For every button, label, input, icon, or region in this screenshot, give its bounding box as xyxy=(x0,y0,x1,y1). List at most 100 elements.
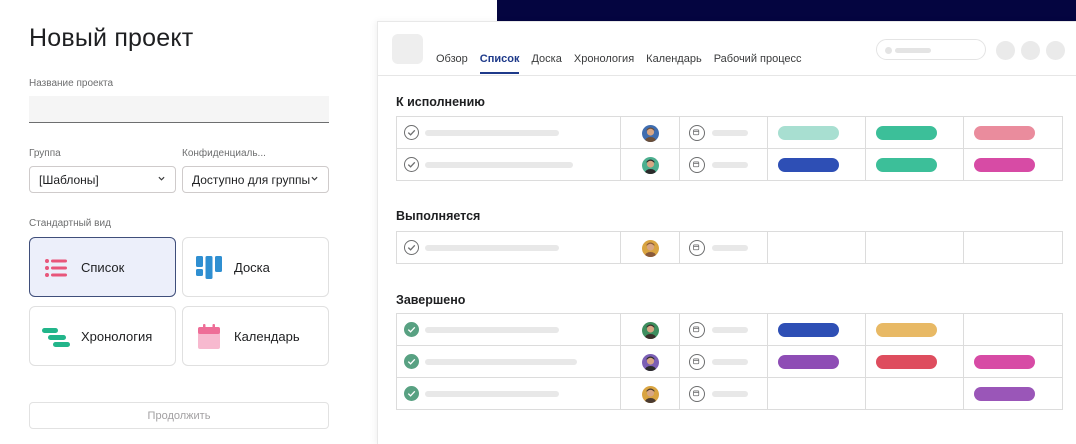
privacy-label: Конфиденциаль... xyxy=(182,148,266,159)
tag-cell[interactable] xyxy=(866,314,965,345)
check-circle-icon[interactable] xyxy=(404,157,419,172)
tag-cell[interactable] xyxy=(964,314,1063,345)
avatar xyxy=(641,322,659,339)
task-name-placeholder xyxy=(425,162,573,168)
tag-cell[interactable] xyxy=(866,232,965,263)
tag-cell[interactable] xyxy=(768,314,867,345)
assignee-cell[interactable] xyxy=(621,314,680,345)
task-name-cell[interactable] xyxy=(397,149,621,180)
avatar xyxy=(641,386,659,403)
group-select[interactable]: [Шаблоны] xyxy=(29,166,176,193)
tag-cell[interactable] xyxy=(768,232,867,263)
due-date-cell[interactable] xyxy=(680,378,769,409)
due-date-cell[interactable] xyxy=(680,346,769,377)
table-row[interactable] xyxy=(397,314,1063,346)
calendar-icon xyxy=(688,157,705,173)
task-name-cell[interactable] xyxy=(397,314,621,345)
table-row[interactable] xyxy=(397,149,1063,181)
tag-cell[interactable] xyxy=(964,117,1063,148)
section-title: Выполняется xyxy=(396,209,481,223)
due-date-placeholder xyxy=(711,162,748,168)
tag-cell[interactable] xyxy=(964,149,1063,180)
avatar xyxy=(641,354,659,371)
avatar xyxy=(641,125,659,142)
privacy-select[interactable]: Доступно для группы xyxy=(182,166,329,193)
check-circle-icon[interactable] xyxy=(404,125,419,140)
task-name-placeholder xyxy=(425,359,577,365)
search-icon xyxy=(885,47,892,54)
task-name-cell[interactable] xyxy=(397,117,621,148)
table-row[interactable] xyxy=(397,378,1063,410)
continue-button[interactable]: Продолжить xyxy=(29,402,329,429)
calendar-icon xyxy=(688,125,705,141)
tab-overview[interactable]: Обзор xyxy=(436,53,468,74)
due-date-cell[interactable] xyxy=(680,314,769,345)
group-label: Группа xyxy=(29,148,61,159)
tag-cell[interactable] xyxy=(866,346,965,377)
task-name-cell[interactable] xyxy=(397,232,621,263)
tag-cell[interactable] xyxy=(768,149,867,180)
view-option-calendar[interactable]: Календарь xyxy=(182,306,329,366)
tag-cell[interactable] xyxy=(866,117,965,148)
calendar-icon xyxy=(198,324,220,349)
tag-cell[interactable] xyxy=(866,149,965,180)
assignee-cell[interactable] xyxy=(621,149,680,180)
tag-cell[interactable] xyxy=(964,346,1063,377)
project-name-label: Название проекта xyxy=(29,78,114,89)
view-option-label: Хронология xyxy=(81,328,153,344)
due-date-placeholder xyxy=(711,359,748,365)
view-option-list[interactable]: Список xyxy=(29,237,176,297)
check-done-icon[interactable] xyxy=(404,386,419,401)
privacy-select-value: Доступно для группы xyxy=(192,172,311,187)
header-divider xyxy=(378,75,1076,76)
section-title: К исполнению xyxy=(396,95,485,109)
view-tabs: Обзор Список Доска Хронология Календарь … xyxy=(436,53,814,74)
calendar-icon xyxy=(688,354,705,370)
tag-pill xyxy=(778,323,840,337)
chevron-down-icon xyxy=(311,176,318,181)
view-option-board[interactable]: Доска xyxy=(182,237,329,297)
default-view-label: Стандартный вид xyxy=(29,218,111,229)
tag-pill xyxy=(778,355,840,369)
list-icon xyxy=(45,259,67,277)
task-name-cell[interactable] xyxy=(397,346,621,377)
project-name-input[interactable] xyxy=(29,96,329,123)
tag-cell[interactable] xyxy=(964,232,1063,263)
search-placeholder xyxy=(876,39,986,60)
view-option-label: Список xyxy=(81,259,125,275)
due-date-cell[interactable] xyxy=(680,149,769,180)
calendar-icon xyxy=(688,322,705,338)
check-done-icon[interactable] xyxy=(404,354,419,369)
task-grid xyxy=(396,116,1063,181)
tab-calendar[interactable]: Календарь xyxy=(646,53,702,74)
calendar-icon xyxy=(688,386,705,402)
assignee-cell[interactable] xyxy=(621,232,680,263)
tab-workflow[interactable]: Рабочий процесс xyxy=(714,53,802,74)
assignee-cell[interactable] xyxy=(621,117,680,148)
table-row[interactable] xyxy=(397,117,1063,149)
due-date-cell[interactable] xyxy=(680,117,769,148)
view-option-label: Доска xyxy=(234,259,270,275)
tag-cell[interactable] xyxy=(866,378,965,409)
task-name-cell[interactable] xyxy=(397,378,621,409)
tab-board[interactable]: Доска xyxy=(531,53,561,74)
tag-cell[interactable] xyxy=(964,378,1063,409)
tag-cell[interactable] xyxy=(768,346,867,377)
table-row[interactable] xyxy=(397,346,1063,378)
check-circle-icon[interactable] xyxy=(404,240,419,255)
tab-list[interactable]: Список xyxy=(479,53,519,74)
table-row[interactable] xyxy=(397,232,1063,264)
tag-cell[interactable] xyxy=(768,378,867,409)
check-done-icon[interactable] xyxy=(404,322,419,337)
view-option-timeline[interactable]: Хронология xyxy=(29,306,176,366)
assignee-cell[interactable] xyxy=(621,378,680,409)
project-preview: Обзор Список Доска Хронология Календарь … xyxy=(377,21,1076,444)
tag-pill xyxy=(974,387,1036,401)
tag-pill xyxy=(876,355,938,369)
tab-timeline[interactable]: Хронология xyxy=(574,53,634,74)
assignee-cell[interactable] xyxy=(621,346,680,377)
due-date-cell[interactable] xyxy=(680,232,769,263)
tag-cell[interactable] xyxy=(768,117,867,148)
page-title: Новый проект xyxy=(29,24,194,52)
tag-pill xyxy=(876,158,938,172)
